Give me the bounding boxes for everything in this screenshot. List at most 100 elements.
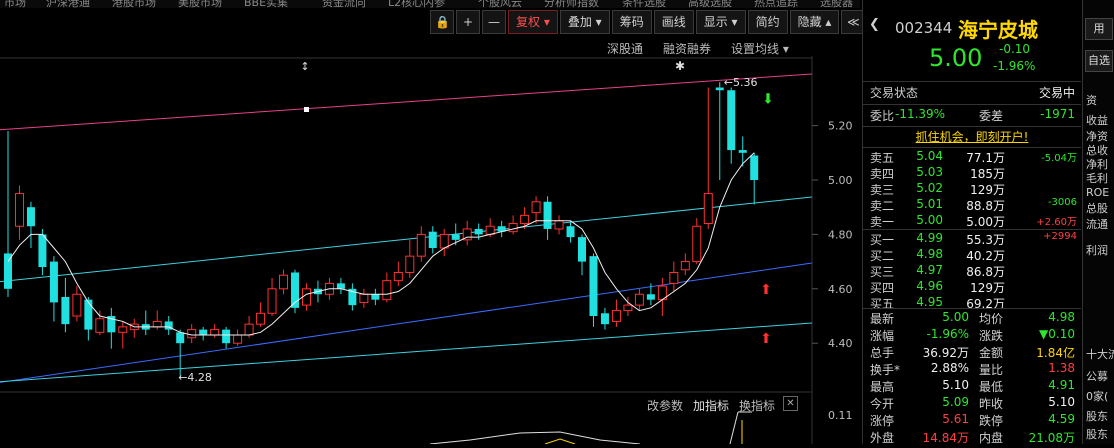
side-label[interactable]: 0家( [1086, 388, 1114, 404]
stat-label: 今开 [870, 397, 895, 411]
stock-code: 002344 [895, 19, 953, 37]
candle-body-up [531, 201, 541, 214]
open-account-link[interactable]: 抓住机会，即刻开户! [863, 128, 1081, 145]
rongzi-tab[interactable]: 融资融券 [663, 40, 711, 57]
high-price-label: ←5.36 [724, 76, 758, 89]
candle-body-down [600, 313, 609, 325]
weibi-row: 委比 -11.39% 委差 -1971 [870, 107, 1075, 123]
collapse-icon[interactable]: ❮ [869, 17, 880, 32]
channel-anchor-handle[interactable] [304, 107, 309, 112]
candle-body-up [703, 193, 713, 225]
toolbar-yincang-button[interactable]: 隐藏 ▴ [789, 10, 840, 34]
toolbar-xianshi-button[interactable]: 显示 ▾ [695, 10, 746, 34]
top-nav-item[interactable]: 港股市场 [112, 0, 156, 8]
side-button[interactable]: 用 [1085, 18, 1113, 40]
candle-body-up [393, 271, 403, 282]
level-price: 4.98 [916, 247, 943, 261]
stat-label: 最新 [870, 312, 895, 326]
stat-value: 36.92万 [922, 346, 969, 360]
level-volume: 129万 [970, 183, 1005, 197]
top-nav-item[interactable]: 选股器 [820, 0, 853, 8]
side-label[interactable]: 公募 [1086, 368, 1114, 384]
stat-value: 5.00 [942, 310, 969, 324]
candle-body-down [715, 87, 724, 91]
side-label[interactable]: 股东 [1086, 426, 1114, 442]
top-nav-item[interactable]: 沪深港通 [46, 0, 90, 8]
drag-marker-icon[interactable]: ↕ [300, 60, 309, 73]
level-label: 买二 [870, 249, 895, 263]
toolbar-fuquan-button[interactable]: 复权 ▾ [508, 10, 558, 34]
toolbar-jianyue-button[interactable]: 简约 [747, 10, 788, 34]
level-price: 5.02 [916, 181, 943, 195]
top-nav-item[interactable]: L2核心内参 [388, 0, 445, 8]
level-label: 卖四 [870, 167, 895, 181]
candle-body-down [336, 283, 345, 289]
toolbar-lock-icon[interactable]: 🔒 [430, 10, 454, 34]
subchart-spike [729, 411, 739, 444]
stat-label: 外盘 [870, 431, 895, 445]
candle-body-up [72, 293, 82, 317]
top-nav-item[interactable]: 条件选股 [622, 0, 666, 8]
level-label: 买三 [870, 265, 895, 279]
top-nav-item[interactable]: 分析师指数 [544, 0, 599, 8]
ma-settings-dropdown[interactable]: 设置均线 ▾ [731, 40, 789, 57]
top-nav-item[interactable]: 高级选股 [688, 0, 732, 8]
star-marker-icon[interactable]: ✱ [675, 59, 685, 73]
candle-body-up [14, 193, 24, 227]
side-label: 流通 [1086, 218, 1108, 231]
shengutong-tab[interactable]: 深股通 [607, 40, 643, 57]
candle-body-up [118, 326, 128, 333]
candle-body-down [451, 234, 460, 240]
level-change: -5.04万 [1041, 153, 1077, 164]
side-label[interactable]: 股东 [1086, 408, 1114, 424]
side-button[interactable]: 自选 [1085, 50, 1113, 72]
candle-body-down [49, 261, 58, 303]
low-price-label: ←4.28 [178, 371, 212, 384]
kline-chart[interactable]: 5.20 5.00 4.80 4.60 4.40 ↕ ✱ ←5.36 ←4.28 ⬇ ⬆ ⬆ [0, 56, 860, 444]
side-label[interactable]: 利润 [1086, 242, 1114, 258]
add-indicator-tab[interactable]: 加指标 [693, 397, 729, 414]
price-change-pct: -1.96% [993, 59, 1036, 73]
side-label: 收益 [1086, 114, 1108, 127]
quote-panel: ❮ 002344 海宁皮城 5.00 -0.10 -1.96% 交易状态 交易中… [862, 0, 1083, 445]
toolbar-diejia-button[interactable]: 叠加 ▾ [559, 10, 610, 34]
close-indicator-icon[interactable]: ✕ [783, 396, 798, 411]
switch-indicator-tab[interactable]: 换指标 [739, 397, 775, 414]
stat-value: 4.98 [1048, 310, 1075, 324]
level-volume: 55.3万 [966, 233, 1005, 247]
stat-label: 最高 [870, 380, 895, 394]
level-price: 4.96 [916, 279, 943, 293]
candle-body-down [589, 256, 598, 316]
candle-body-up [439, 233, 449, 249]
toolbar-huaxian-button[interactable]: 画线 [653, 10, 694, 34]
top-nav-item[interactable]: BBE实集 [244, 0, 288, 8]
stat-label: 总手 [870, 346, 895, 360]
bid-book: 买一 4.99 55.3万 +2994 买二 4.98 40.2万 买三 4.97 86.8万 买四… [863, 231, 1081, 311]
candle-body-down [738, 150, 747, 153]
candle-body-up [554, 220, 564, 230]
top-nav-item[interactable]: 资金流向 [322, 0, 366, 8]
top-nav-item[interactable]: 美股市场 [178, 0, 222, 8]
stat-value: 4.91 [1048, 378, 1075, 392]
level-volume: 86.8万 [966, 265, 1005, 279]
stat-label: 换手* [870, 363, 901, 377]
candle-body-up [634, 293, 644, 306]
stock-name: 海宁皮城 [958, 18, 1038, 42]
top-nav-item[interactable]: 市场 [4, 0, 26, 8]
candle-body-up [359, 293, 369, 303]
top-nav-item[interactable]: 热点追踪 [754, 0, 798, 8]
stat-label: 涨停 [870, 414, 895, 428]
toolbar-chouma-button[interactable]: 筹码 [611, 10, 652, 34]
side-label[interactable]: 十大流 [1086, 346, 1114, 362]
stat-label: 内盘 [979, 431, 1004, 445]
stat-value: 5.10 [942, 378, 969, 392]
toolbar-plus-icon[interactable]: + [456, 10, 480, 34]
change-params-tab[interactable]: 改参数 [647, 397, 683, 414]
candle-body-down [38, 234, 47, 268]
candle-body-up [256, 312, 266, 325]
candle-body-up [508, 223, 518, 233]
toolbar-minus-icon[interactable]: — [482, 10, 506, 34]
candle-body-up [301, 288, 311, 306]
red-up-arrow-icon: ⬆ [760, 331, 772, 347]
top-nav-item[interactable]: 个股风云 [478, 0, 522, 8]
